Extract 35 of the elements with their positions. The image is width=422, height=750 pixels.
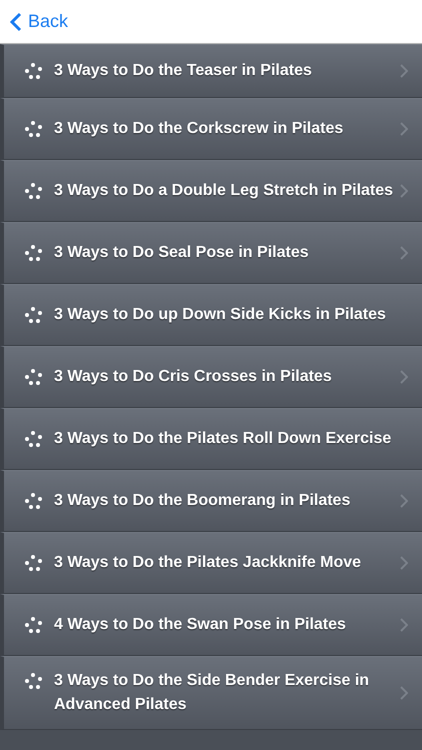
item-title: 3 Ways to Do the Teaser in Pilates (54, 61, 312, 81)
dots-icon (24, 672, 44, 690)
dots-icon (24, 306, 44, 324)
item-title: 3 Ways to Do Cris Crosses in Pilates (54, 367, 332, 387)
item-title: 3 Ways to Do the Boomerang in Pilates (54, 491, 350, 511)
dots-icon (24, 182, 44, 200)
list-item[interactable]: 3 Ways to Do the Pilates Roll Down Exercise (0, 408, 422, 470)
item-title: 3 Ways to Do the Pilates Jackknife Move (54, 553, 362, 573)
list-item[interactable]: 3 Ways to Do the Side Bender Exercise in Advanced Pilates (0, 656, 422, 730)
back-chevron-icon (10, 12, 22, 32)
item-title: 3 Ways to Do up Down Side Kicks in Pilates (54, 305, 386, 325)
dots-icon (24, 120, 44, 138)
dots-icon (24, 368, 44, 386)
dots-icon (24, 554, 44, 572)
item-title: 3 Ways to Do the Pilates Roll Down Exercise (54, 429, 392, 449)
item-title: 3 Ways to Do the Corkscrew in Pilates (54, 119, 344, 139)
list-item[interactable]: 3 Ways to Do the Corkscrew in Pilates (0, 98, 422, 160)
item-title: 3 Ways to Do Seal Pose in Pilates (54, 243, 309, 263)
list-item[interactable]: 3 Ways to Do Cris Crosses in Pilates (0, 346, 422, 408)
dots-icon (24, 616, 44, 634)
dots-icon (24, 430, 44, 448)
back-button[interactable]: Back (10, 11, 68, 32)
list-item[interactable]: 3 Ways to Do the Teaser in Pilates (0, 44, 422, 98)
dots-icon (24, 244, 44, 262)
dots-icon (24, 492, 44, 510)
list-item[interactable]: 3 Ways to Do a Double Leg Stretch in Pilates (0, 160, 422, 222)
item-title: 3 Ways to Do a Double Leg Stretch in Pilates (54, 181, 394, 201)
item-title: 4 Ways to Do the Swan Pose in Pilates (54, 615, 346, 635)
list-item[interactable]: 3 Ways to Do the Pilates Jackknife Move (0, 532, 422, 594)
list-item[interactable]: 3 Ways to Do up Down Side Kicks in Pilates (0, 284, 422, 346)
list-item[interactable]: 4 Ways to Do the Swan Pose in Pilates (0, 594, 422, 656)
list-item[interactable]: 3 Ways to Do the Boomerang in Pilates (0, 470, 422, 532)
dots-icon (24, 62, 44, 80)
list-item[interactable]: 3 Ways to Do Seal Pose in Pilates (0, 222, 422, 284)
item-title: 3 Ways to Do the Side Bender Exercise in Advanced Pilates (54, 671, 370, 715)
